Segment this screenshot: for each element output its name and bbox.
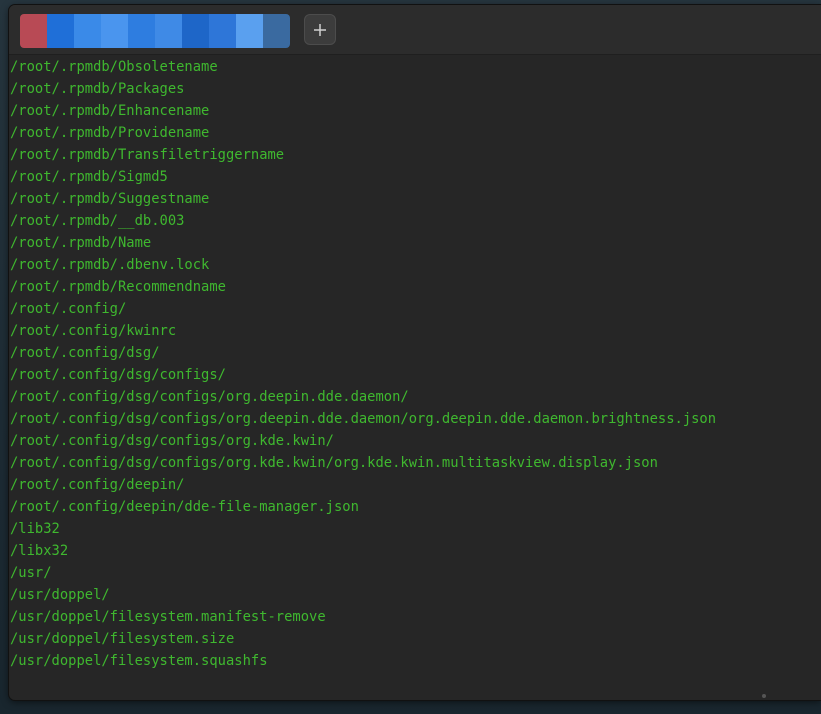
terminal-line: /root/.rpmdb/Providename	[10, 125, 210, 141]
terminal-line: /root/.config/dsg/configs/	[10, 367, 226, 383]
terminal-line: /root/.rpmdb/Transfiletriggername	[10, 147, 285, 163]
terminal-line: /root/.rpmdb/Packages	[10, 81, 185, 97]
terminal-line: /usr/doppel/filesystem.squashfs	[10, 653, 268, 669]
terminal-line: /usr/	[10, 565, 52, 581]
terminal-line: /usr/doppel/filesystem.manifest-remove	[10, 609, 326, 625]
tab-title-obscured-mosaic	[20, 14, 290, 48]
tab-bar	[9, 5, 821, 55]
terminal-line: /root/.rpmdb/Enhancename	[10, 103, 210, 119]
terminal-line: /usr/doppel/filesystem.size	[10, 631, 235, 647]
add-tab-button[interactable]	[304, 14, 336, 45]
mosaic-block	[182, 14, 209, 48]
terminal-line: /root/.config/dsg/configs/org.kde.kwin/o…	[10, 455, 658, 471]
terminal-line: /lib32	[10, 521, 60, 537]
terminal-line: /root/.rpmdb/__db.003	[10, 213, 185, 229]
terminal-line: /root/.config/dsg/configs/org.deepin.dde…	[10, 389, 409, 405]
terminal-line: /root/.config/	[10, 301, 127, 317]
terminal-line: /root/.rpmdb/Suggestname	[10, 191, 210, 207]
mosaic-block	[209, 14, 236, 48]
terminal-line: /root/.config/dsg/configs/org.deepin.dde…	[10, 411, 717, 427]
terminal-line: /root/.config/dsg/configs/org.kde.kwin/	[10, 433, 334, 449]
mosaic-block	[20, 14, 47, 48]
terminal-tab-active[interactable]	[20, 14, 290, 48]
terminal-line: /root/.rpmdb/Recommendname	[10, 279, 226, 295]
plus-icon	[313, 23, 327, 37]
mosaic-block	[47, 14, 74, 48]
desktop-background: /root/.rpmdb/Obsoletename/root/.rpmdb/Pa…	[0, 0, 821, 714]
terminal-line: /root/.config/kwinrc	[10, 323, 177, 339]
mosaic-block	[236, 14, 263, 48]
mosaic-block	[128, 14, 155, 48]
terminal-line: /root/.config/deepin/dde-file-manager.js…	[10, 499, 359, 515]
terminal-line: /root/.config/deepin/	[10, 477, 185, 493]
terminal-line: /root/.rpmdb/Name	[10, 235, 152, 251]
mosaic-block	[74, 14, 101, 48]
mosaic-block	[101, 14, 128, 48]
mosaic-block	[155, 14, 182, 48]
terminal-output[interactable]: /root/.rpmdb/Obsoletename/root/.rpmdb/Pa…	[9, 56, 821, 696]
terminal-line: /libx32	[10, 543, 69, 559]
terminal-window: /root/.rpmdb/Obsoletename/root/.rpmdb/Pa…	[9, 5, 821, 700]
mosaic-block	[263, 14, 290, 48]
terminal-line: /root/.config/dsg/	[10, 345, 160, 361]
terminal-line: /root/.rpmdb/Sigmd5	[10, 169, 168, 185]
resize-grip	[762, 694, 766, 698]
terminal-line: /root/.rpmdb/.dbenv.lock	[10, 257, 210, 273]
terminal-line: /root/.rpmdb/Obsoletename	[10, 59, 218, 75]
terminal-line: /usr/doppel/	[10, 587, 110, 603]
